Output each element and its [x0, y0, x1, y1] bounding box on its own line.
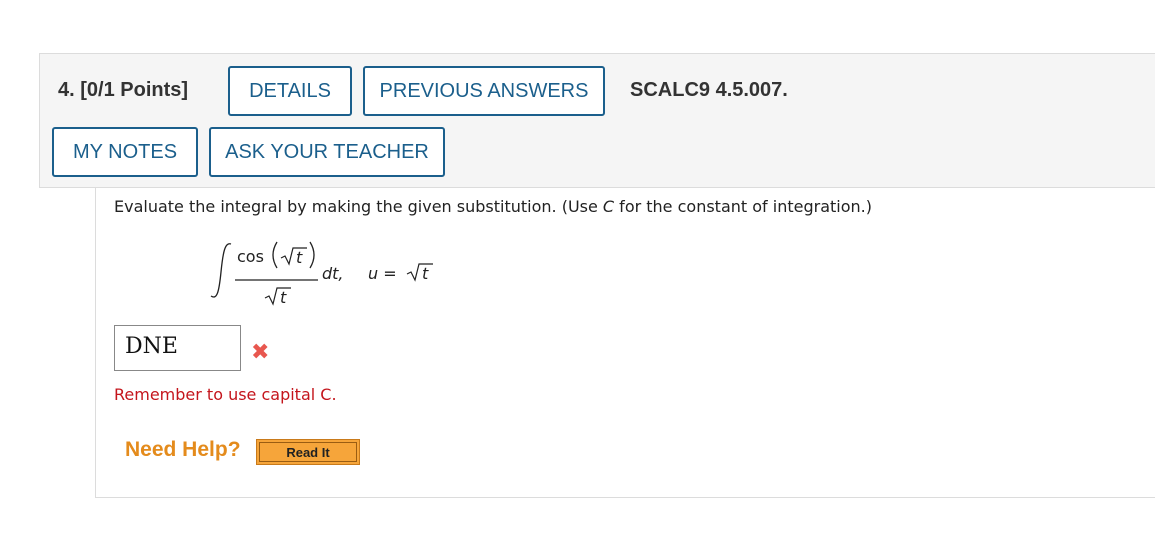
t-text-1: t: [296, 248, 303, 267]
details-button[interactable]: DETAILS: [228, 66, 352, 116]
x-mark-icon: ✖: [251, 340, 270, 365]
ask-your-teacher-button[interactable]: ASK YOUR TEACHER: [209, 127, 445, 177]
sqrt-sign-icon: [406, 263, 433, 282]
integral-formula: cos t t dt, u = t: [210, 241, 433, 307]
dt-text: dt,: [322, 264, 344, 283]
previous-answers-button[interactable]: PREVIOUS ANSWERS: [363, 66, 605, 116]
question-prompt: Evaluate the integral by making the give…: [114, 197, 872, 216]
integral-expression: cos t t dt, u = t: [205, 232, 465, 312]
prompt-text-2: for the constant of integration.): [614, 197, 872, 216]
question-points: [0/1 Points]: [80, 79, 189, 101]
cos-text: cos: [237, 247, 264, 266]
right-paren: [309, 241, 315, 269]
integral-sign-icon: [210, 243, 232, 298]
problem-code: SCALC9 4.5.007.: [630, 79, 788, 101]
prompt-text-1: Evaluate the integral by making the give…: [114, 197, 603, 216]
question-label: 4. [0/1 Points]: [58, 79, 188, 102]
t-text-3: t: [422, 264, 429, 283]
question-number: 4.: [58, 79, 75, 101]
left-paren: [272, 241, 278, 269]
sqrt-sign-icon: [280, 247, 307, 266]
prompt-constant: C: [602, 197, 615, 216]
sqrt-sign-icon: [264, 287, 291, 306]
answer-input[interactable]: DNE: [114, 325, 241, 371]
feedback-message: Remember to use capital C.: [114, 385, 337, 404]
u-equals-text: u =: [368, 264, 397, 283]
read-it-button[interactable]: Read It: [256, 439, 360, 465]
t-text-2: t: [280, 288, 287, 307]
read-it-label: Read It: [259, 442, 357, 462]
need-help-label: Need Help?: [125, 438, 241, 461]
my-notes-button[interactable]: MY NOTES: [52, 127, 198, 177]
